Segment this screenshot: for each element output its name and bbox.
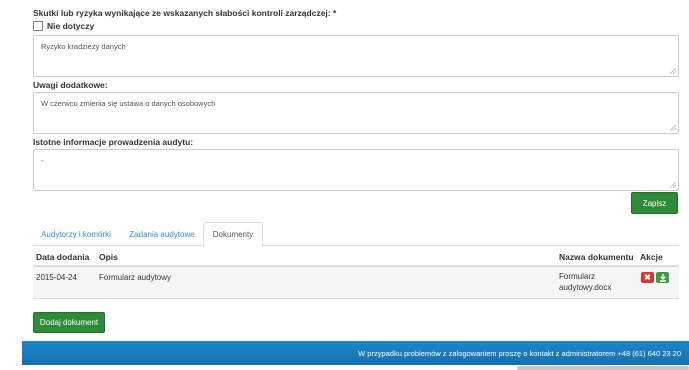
risk-label: Skutki lub ryzyka wynikające ze wskazany… xyxy=(33,8,337,18)
row-document-name-line1: Formularz xyxy=(559,272,596,281)
row-date: 2015-04-24 xyxy=(36,273,77,282)
not-applicable-label: Nie dotyczy xyxy=(47,21,95,31)
resize-grip-icon[interactable] xyxy=(670,125,676,131)
tab-audit-tasks[interactable]: Zadania audytowe xyxy=(121,222,203,246)
resize-grip-icon[interactable] xyxy=(670,68,676,74)
header-actions: Akcje xyxy=(640,252,663,262)
audit-info-label: Istotne informacje prowadzenia audytu: xyxy=(33,137,194,147)
notes-label: Uwagi dodatkowe: xyxy=(33,80,108,90)
audit-info-textarea[interactable]: - xyxy=(33,149,679,191)
not-applicable-checkbox[interactable] xyxy=(33,21,43,31)
header-description: Opis xyxy=(99,252,118,262)
header-document-name: Nazwa dokumentu xyxy=(559,252,634,262)
tab-auditors[interactable]: Audytorzy i komórki xyxy=(33,222,119,246)
download-icon[interactable] xyxy=(656,272,669,283)
tab-documents[interactable]: Dokumenty xyxy=(203,222,263,247)
delete-icon[interactable]: ✖ xyxy=(641,272,654,283)
footer-text: W przypadku problemów z zalogowaniem pro… xyxy=(358,348,681,358)
row-description: Formularz audytowy xyxy=(99,273,172,282)
resize-grip-icon[interactable] xyxy=(670,182,676,188)
risk-textarea[interactable]: Ryzyko kradzieży danych xyxy=(33,35,679,77)
risk-text: Ryzyko kradzieży danych xyxy=(41,42,126,51)
header-date: Data dodania xyxy=(36,252,90,262)
row-document-name-line2: audytowy.docx xyxy=(559,283,612,292)
footer: W przypadku problemów z zalogowaniem pro… xyxy=(22,341,689,365)
save-button[interactable]: Zapisz xyxy=(631,192,678,214)
tab-bar: Audytorzy i komórki Zadania audytowe Dok… xyxy=(33,222,679,247)
notes-textarea[interactable]: W czerwcu zmienia się ustawa o danych os… xyxy=(33,92,679,134)
table-row: 2015-04-24 Formularz audytowy Formularz … xyxy=(33,267,679,299)
add-document-button[interactable]: Dodaj dokument xyxy=(33,312,105,333)
table-header: Data dodania Opis Nazwa dokumentu Akcje xyxy=(33,247,679,267)
audit-info-text: - xyxy=(41,156,44,165)
horizontal-scrollbar[interactable] xyxy=(517,366,689,370)
notes-text: W czerwcu zmienia się ustawa o danych os… xyxy=(41,99,216,108)
not-applicable-row[interactable]: Nie dotyczy xyxy=(33,21,94,31)
